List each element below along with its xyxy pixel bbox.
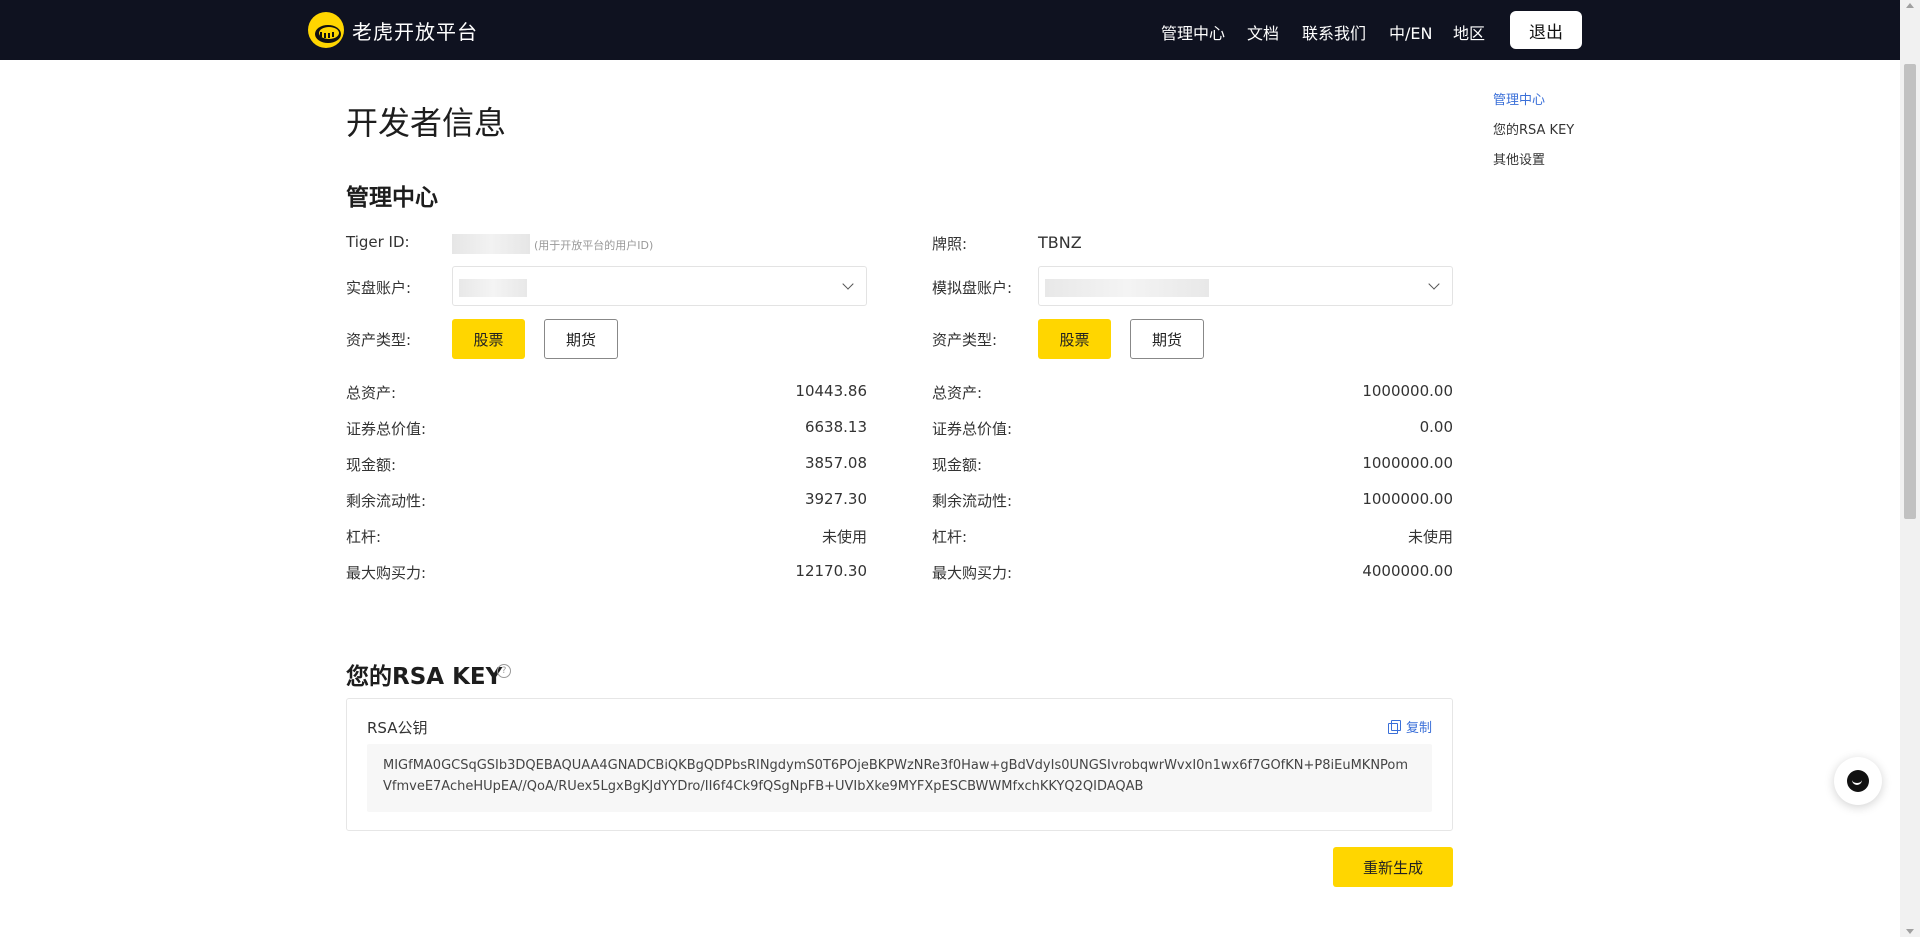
copy-button[interactable]: 复制: [1387, 717, 1432, 736]
asset-type-label-paper: 资产类型:: [932, 331, 998, 349]
rsa-key-card: RSA公钥 复制 MIGfMA0GCSqGSIb3DQEBAQUAA4GNADC…: [346, 698, 1453, 831]
chevron-down-icon: [842, 278, 854, 290]
metric-label: 总资产:: [932, 384, 983, 402]
metric-label: 剩余流动性:: [346, 492, 427, 510]
metric-value: 10443.86: [795, 382, 867, 400]
metric-value: 1000000.00: [1362, 382, 1453, 400]
live-account-value-masked: [459, 279, 527, 297]
anchor-management[interactable]: 管理中心: [1493, 89, 1545, 108]
metric-value: 未使用: [821, 528, 867, 546]
metric-label: 证券总价值:: [932, 420, 1013, 438]
rsa-public-key-text[interactable]: MIGfMA0GCSqGSIb3DQEBAQUAA4GNADCBiQKBgQDP…: [367, 744, 1432, 812]
rsa-public-key-label: RSA公钥: [367, 719, 428, 737]
tiger-id-hint: (用于开放平台的用户ID): [534, 239, 654, 252]
metric-label: 剩余流动性:: [932, 492, 1013, 510]
metric-value: 3857.08: [804, 454, 867, 472]
metric-label: 现金额:: [346, 456, 397, 474]
anchor-other-settings[interactable]: 其他设置: [1493, 149, 1545, 168]
copy-icon: [1387, 720, 1401, 734]
rsa-section-title: 您的RSA KEY: [346, 664, 503, 690]
paper-futures-button[interactable]: 期货: [1130, 319, 1204, 359]
nav-item-region[interactable]: 地区: [1453, 20, 1485, 44]
help-icon[interactable]: ?: [497, 664, 511, 678]
tiger-logo-icon: [308, 12, 344, 48]
live-stock-button[interactable]: 股票: [452, 319, 525, 359]
paper-account-label: 模拟盘账户:: [932, 279, 1013, 297]
regenerate-button[interactable]: 重新生成: [1333, 847, 1453, 887]
copy-label: 复制: [1405, 721, 1432, 736]
license-label: 牌照:: [932, 235, 968, 253]
live-account-label: 实盘账户:: [346, 279, 412, 297]
metric-label: 杠杆:: [932, 528, 968, 546]
metric-label: 最大购买力:: [346, 564, 427, 582]
chat-support-button[interactable]: [1834, 757, 1882, 805]
metric-label: 证券总价值:: [346, 420, 427, 438]
nav-item-language[interactable]: 中/EN: [1389, 20, 1432, 44]
scroll-thumb[interactable]: [1904, 64, 1916, 519]
tiger-id-value-masked: [452, 234, 530, 254]
metric-label: 杠杆:: [346, 528, 382, 546]
paper-account-value-masked: [1045, 279, 1209, 297]
license-value: TBNZ: [1038, 233, 1082, 252]
metric-value: 1000000.00: [1362, 490, 1453, 508]
nav-item-contact[interactable]: 联系我们: [1302, 20, 1366, 44]
brand-logo[interactable]: 老虎开放平台: [308, 12, 478, 48]
metric-value: 1000000.00: [1362, 454, 1453, 472]
tiger-id-label: Tiger ID:: [346, 233, 410, 251]
section-title-management: 管理中心: [346, 185, 438, 211]
page-title: 开发者信息: [346, 104, 507, 142]
brand-name: 老虎开放平台: [352, 19, 478, 44]
metric-value: 3927.30: [804, 490, 867, 508]
asset-type-label-live: 资产类型:: [346, 331, 412, 349]
live-account-select[interactable]: [452, 266, 867, 306]
metric-value: 0.00: [1419, 418, 1453, 436]
metric-label: 总资产:: [346, 384, 397, 402]
metric-value: 4000000.00: [1362, 562, 1453, 580]
metric-value: 未使用: [1407, 528, 1453, 546]
paper-account-select[interactable]: [1038, 266, 1453, 306]
top-navbar: 老虎开放平台 管理中心 文档 联系我们 中/EN 地区 退出: [0, 0, 1900, 60]
scroll-up-icon[interactable]: [1906, 3, 1914, 8]
anchor-rsa-key[interactable]: 您的RSA KEY: [1493, 119, 1574, 138]
nav-item-docs[interactable]: 文档: [1247, 20, 1279, 44]
chevron-down-icon: [1428, 278, 1440, 290]
metric-value: 12170.30: [795, 562, 867, 580]
metric-label: 最大购买力:: [932, 564, 1013, 582]
live-futures-button[interactable]: 期货: [544, 319, 618, 359]
logout-button[interactable]: 退出: [1510, 11, 1582, 49]
scroll-down-icon[interactable]: [1906, 929, 1914, 934]
page-scrollbar[interactable]: [1900, 0, 1920, 937]
metric-label: 现金额:: [932, 456, 983, 474]
metric-value: 6638.13: [804, 418, 867, 436]
chat-icon: [1847, 770, 1869, 792]
paper-stock-button[interactable]: 股票: [1038, 319, 1111, 359]
nav-item-management[interactable]: 管理中心: [1161, 20, 1225, 44]
